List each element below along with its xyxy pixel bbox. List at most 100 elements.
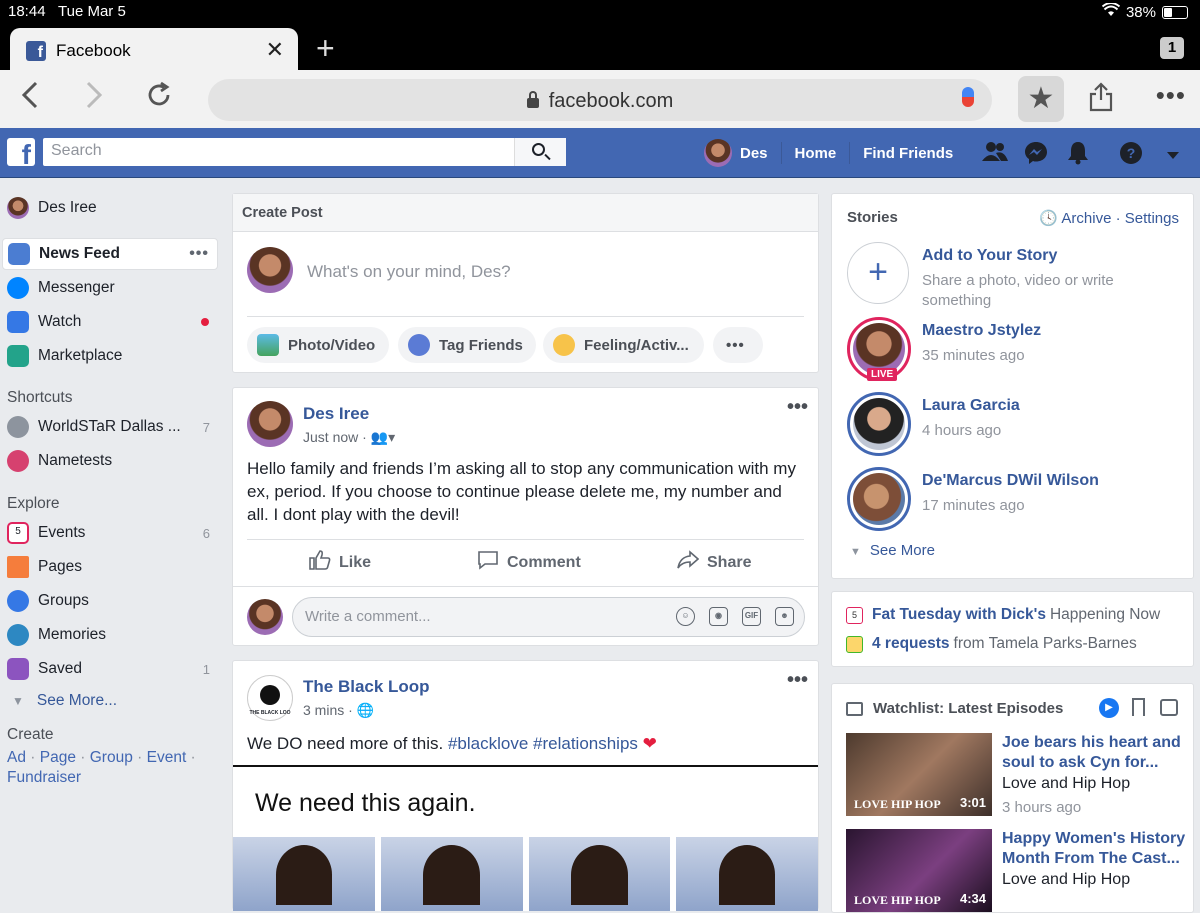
sidebar-item-pages[interactable]: Pages (2, 551, 218, 583)
sidebar-item-news-feed[interactable]: News Feed ••• (2, 238, 218, 270)
create-fundraiser-link[interactable]: Fundraiser (7, 769, 81, 786)
black-loop-logo[interactable]: THE BLACK LOO (247, 675, 293, 721)
search-input[interactable] (51, 142, 511, 160)
bookmark-star-button[interactable]: ★ (1018, 76, 1064, 122)
post-author-name[interactable]: The Black Loop (303, 677, 430, 697)
home-link[interactable]: Home (795, 145, 837, 162)
search-button[interactable] (514, 138, 566, 166)
saved-shows-icon[interactable] (1160, 699, 1178, 716)
post-image[interactable]: We need this again. (233, 765, 818, 911)
sidebar-item-nametests[interactable]: Nametests (2, 445, 218, 477)
sidebar-see-more[interactable]: ▼ See More... (2, 685, 218, 717)
story-item[interactable]: Laura Garcia 4 hours ago (847, 392, 1187, 458)
story-item[interactable]: LIVE Maestro Jstylez 35 minutes ago (847, 317, 1187, 383)
story-item[interactable]: De'Marcus DWil Wilson 17 minutes ago (847, 467, 1187, 533)
live-badge: LIVE (867, 368, 898, 381)
create-event-link[interactable]: Event (147, 749, 187, 766)
notifications-bell-icon[interactable] (1067, 141, 1089, 171)
tab-count-button[interactable]: 1 (1160, 37, 1184, 59)
post-timestamp[interactable]: 3 mins (303, 702, 344, 718)
find-friends-link[interactable]: Find Friends (863, 145, 953, 162)
more-options-button[interactable]: ••• (1156, 80, 1186, 111)
friend-requests-icon[interactable] (982, 141, 1008, 169)
search-box (43, 138, 566, 166)
create-page-link[interactable]: Page (40, 749, 76, 766)
more-composer-options-button[interactable]: ••• (713, 327, 763, 363)
comment-input[interactable] (305, 608, 655, 625)
forward-button[interactable] (84, 80, 104, 118)
hashtag-link[interactable]: #blacklove (448, 734, 528, 753)
close-tab-icon[interactable]: ✕ (266, 37, 284, 63)
sidebar-item-events[interactable]: 5 Events 6 (2, 517, 218, 549)
story-time: 35 minutes ago (922, 347, 1025, 364)
facebook-logo-icon[interactable]: f (7, 138, 35, 166)
sidebar-item-marketplace[interactable]: Marketplace (2, 340, 218, 372)
sidebar-item-label: Watch (38, 313, 82, 330)
globe-public-icon[interactable]: · 🌐 (348, 702, 374, 718)
friends-audience-icon[interactable]: · 👥▾ (362, 429, 395, 445)
video-title[interactable]: Joe bears his heart and soul to ask Cyn … (1002, 733, 1187, 773)
new-tab-button[interactable]: + (316, 30, 335, 67)
photo-video-button[interactable]: Photo/Video (247, 327, 389, 363)
sidebar-item-label: Memories (38, 626, 107, 643)
gif-icon[interactable]: GIF (742, 607, 761, 626)
nav-divider (849, 142, 851, 164)
post-author-avatar[interactable] (247, 401, 293, 447)
post-author-name[interactable]: Des Iree (303, 404, 369, 424)
sidebar-item-watch[interactable]: Watch (2, 306, 218, 338)
post-options-button[interactable]: ••• (787, 669, 808, 692)
story-time: 17 minutes ago (922, 497, 1025, 514)
watchlist-item[interactable]: LOVE HIP HOP 3:01 Joe bears his heart an… (846, 733, 1191, 817)
settings-link[interactable]: Settings (1125, 210, 1179, 227)
search-icon (532, 143, 545, 156)
comment-button[interactable]: Comment (477, 550, 581, 576)
share-arrow-icon (677, 550, 700, 576)
reload-button[interactable] (144, 80, 174, 118)
emoji-icon[interactable]: ☺ (676, 607, 695, 626)
show-name[interactable]: Love and Hip Hop (1002, 775, 1130, 793)
profile-link[interactable]: Des (740, 145, 768, 162)
sidebar-profile[interactable]: Des Iree (2, 192, 218, 224)
add-story-plus-icon: + (847, 242, 909, 304)
sidebar-item-worldstar-dallas[interactable]: WorldSTaR Dallas ... 7 (2, 411, 218, 443)
account-menu-chevron-icon[interactable] (1166, 144, 1180, 167)
video-title[interactable]: Happy Women's History Month From The Cas… (1002, 829, 1187, 869)
sidebar-item-memories[interactable]: Memories (2, 619, 218, 651)
stories-see-more[interactable]: ▼ See More (850, 542, 935, 559)
like-button[interactable]: Like (309, 550, 371, 576)
post-meta: Just now · 👥▾ (303, 429, 395, 446)
messenger-icon[interactable] (1024, 141, 1048, 171)
create-ad-link[interactable]: Ad (7, 749, 26, 766)
header-avatar[interactable] (704, 139, 732, 167)
address-bar[interactable]: facebook.com (208, 79, 992, 121)
help-icon[interactable]: ? (1119, 141, 1143, 171)
watchlist-item[interactable]: LOVE HIP HOP 4:34 Happy Women's History … (846, 829, 1191, 913)
share-button[interactable]: Share (677, 550, 751, 576)
archive-link[interactable]: Archive (1061, 210, 1111, 227)
back-button[interactable] (20, 80, 40, 118)
browser-tab[interactable]: f Facebook ✕ (10, 28, 298, 70)
sidebar-item-groups[interactable]: Groups (2, 585, 218, 617)
show-name[interactable]: Love and Hip Hop (1002, 871, 1130, 889)
composer-input[interactable]: What's on your mind, Des? (307, 262, 511, 282)
play-icon[interactable]: ▶ (1099, 698, 1119, 718)
create-group-link[interactable]: Group (90, 749, 133, 766)
video-thumbnail[interactable]: LOVE HIP HOP 3:01 (846, 733, 992, 816)
microphone-icon[interactable] (962, 87, 974, 107)
share-button[interactable] (1088, 82, 1114, 119)
feeling-activity-button[interactable]: Feeling/Activ... (543, 327, 704, 363)
tag-friends-button[interactable]: Tag Friends (398, 327, 536, 363)
bookmark-icon[interactable] (1132, 698, 1145, 716)
watch-icon (7, 311, 29, 333)
sidebar-item-saved[interactable]: Saved 1 (2, 653, 218, 685)
sidebar-item-messenger[interactable]: Messenger (2, 272, 218, 304)
news-feed-options-icon[interactable]: ••• (189, 245, 209, 263)
camera-icon[interactable]: ◉ (709, 607, 728, 626)
requests-reminder[interactable]: 4 requests from Tamela Parks-Barnes (846, 635, 1137, 653)
hashtag-link[interactable]: #relationships (533, 734, 638, 753)
event-reminder[interactable]: 5 Fat Tuesday with Dick's Happening Now (846, 606, 1160, 624)
post-options-button[interactable]: ••• (787, 396, 808, 419)
sticker-icon[interactable]: ☻ (775, 607, 794, 626)
post-timestamp[interactable]: Just now (303, 429, 358, 445)
add-to-story[interactable]: + Add to Your Story Share a photo, video… (847, 242, 1187, 309)
